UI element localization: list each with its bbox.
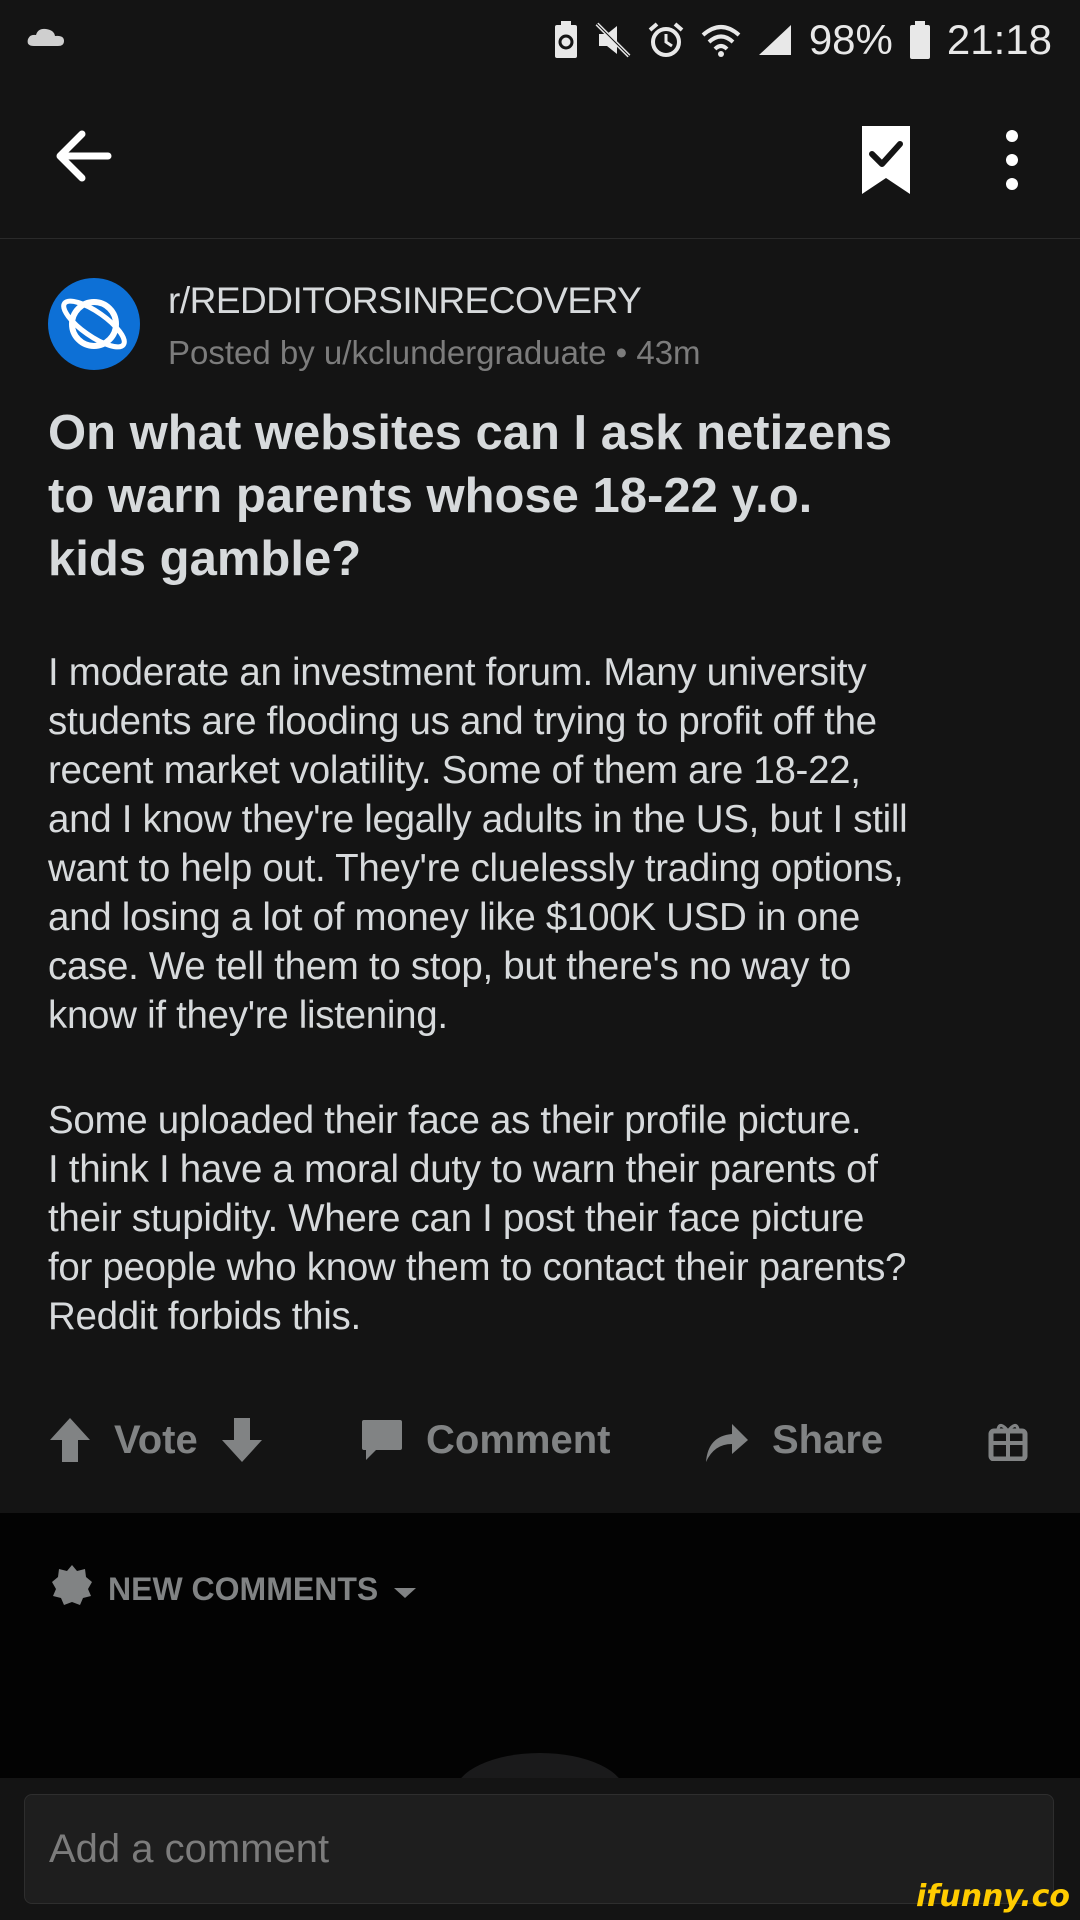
planet-icon xyxy=(61,298,127,350)
add-comment-input[interactable] xyxy=(25,1795,1053,1903)
alarm-icon xyxy=(647,21,685,59)
body-line: I think I have a moral duty to warn thei… xyxy=(48,1148,878,1191)
body-line: their stupidity. Where can I post their … xyxy=(48,1197,865,1240)
comment-label: Comment xyxy=(426,1417,611,1462)
body-line: Some uploaded their face as their profil… xyxy=(48,1099,862,1142)
award-button[interactable] xyxy=(988,1405,1028,1475)
mute-icon xyxy=(595,22,631,58)
more-options-icon[interactable] xyxy=(990,124,1034,196)
share-label: Share xyxy=(772,1417,884,1462)
body-line: I moderate an investment forum. Many uni… xyxy=(48,651,867,694)
post-title-line: to warn parents whose 18-22 y.o. xyxy=(48,469,813,523)
cloud-icon xyxy=(26,26,66,53)
body-line: know if they're listening. xyxy=(48,994,448,1037)
body-line: and I know they're legally adults in the… xyxy=(48,798,908,841)
post-title-line: On what websites can I ask netizens xyxy=(48,406,893,460)
body-line: want to help out. They're cluelessly tra… xyxy=(48,847,904,890)
vote-group: Vote xyxy=(48,1405,264,1475)
comment-sort-dropdown[interactable]: NEW COMMENTS xyxy=(50,1563,418,1615)
back-arrow-icon[interactable] xyxy=(52,124,116,188)
battery-percent: 98% xyxy=(808,16,893,63)
clock-time: 21:18 xyxy=(946,16,1052,63)
comment-bubble-icon xyxy=(360,1418,404,1462)
comment-button[interactable]: Comment xyxy=(360,1405,610,1475)
body-line: recent market volatility. Some of them a… xyxy=(48,749,861,792)
add-comment-field[interactable] xyxy=(24,1794,1054,1904)
body-line: Reddit forbids this. xyxy=(48,1295,361,1338)
posted-by[interactable]: Posted by u/kclundergraduate • 43m xyxy=(168,334,701,372)
top-app-bar xyxy=(0,80,1080,239)
share-arrow-icon xyxy=(702,1416,750,1464)
share-button[interactable]: Share xyxy=(702,1405,883,1475)
upvote-icon[interactable] xyxy=(48,1416,92,1464)
vote-label: Vote xyxy=(114,1417,198,1462)
post-title: On what websites can I ask netizens to w… xyxy=(48,402,1008,591)
downvote-icon[interactable] xyxy=(220,1416,264,1464)
body-line: case. We tell them to stop, but there's … xyxy=(48,945,851,988)
subreddit-avatar[interactable] xyxy=(48,278,140,370)
ifunny-watermark: ifunny.co xyxy=(916,1879,1070,1914)
signal-icon xyxy=(757,23,793,57)
post-title-line: kids gamble? xyxy=(48,532,362,586)
body-line: and losing a lot of money like $100K USD… xyxy=(48,896,861,939)
wifi-icon xyxy=(701,23,741,57)
post-body-paragraph-2: Some uploaded their face as their profil… xyxy=(48,1096,1048,1341)
sort-badge-icon xyxy=(50,1563,94,1615)
saved-bookmark-icon[interactable] xyxy=(856,124,916,196)
comments-section: NEW COMMENTS xyxy=(0,1513,1080,1833)
status-bar: 98% 21:18 xyxy=(0,0,1080,80)
post-action-bar: Vote Comment Share xyxy=(0,1405,1080,1475)
chevron-down-icon xyxy=(392,1571,418,1608)
subreddit-name[interactable]: r/REDDITORSINRECOVERY xyxy=(168,280,642,322)
sort-label: NEW COMMENTS xyxy=(108,1570,379,1607)
body-line: students are flooding us and trying to p… xyxy=(48,700,877,743)
battery-icon xyxy=(909,20,931,60)
gift-icon xyxy=(988,1419,1028,1461)
battery-saver-icon xyxy=(553,20,579,60)
post-header: r/REDDITORSINRECOVERY Posted by u/kclund… xyxy=(48,278,1048,371)
body-line: for people who know them to contact thei… xyxy=(48,1246,907,1289)
post-body-paragraph-1: I moderate an investment forum. Many uni… xyxy=(48,648,1048,1040)
